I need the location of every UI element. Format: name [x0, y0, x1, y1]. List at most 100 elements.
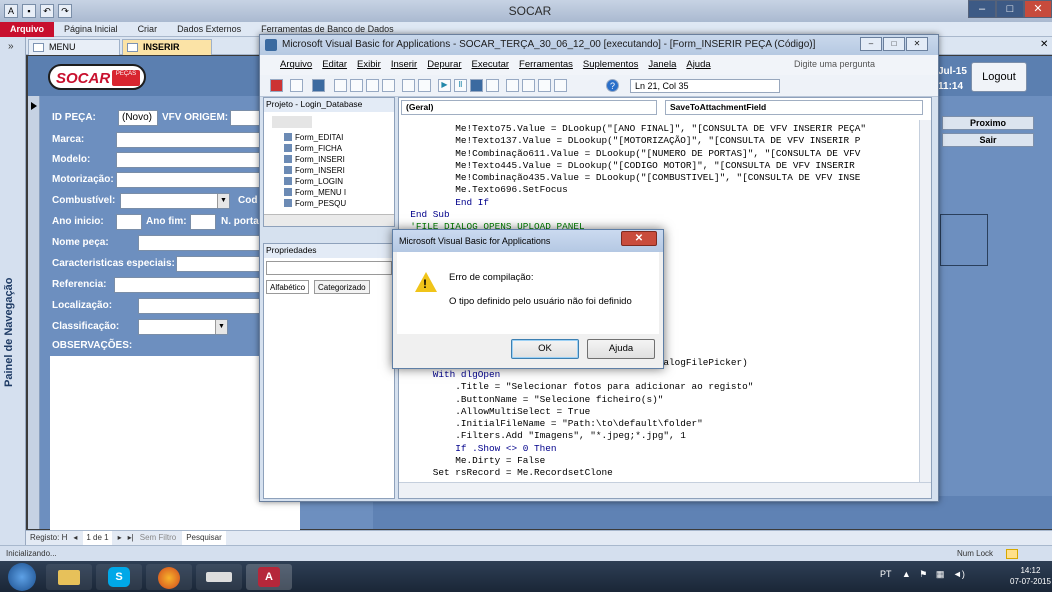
- project-item[interactable]: Form_INSERI: [284, 165, 345, 176]
- code-line[interactable]: Me.Dirty = False: [399, 455, 919, 467]
- sair-button[interactable]: Sair: [942, 133, 1034, 147]
- menu-executar[interactable]: Executar: [472, 55, 510, 75]
- menu-exibir[interactable]: Exibir: [357, 55, 381, 75]
- language-indicator[interactable]: PT: [880, 569, 891, 579]
- save-icon[interactable]: [312, 79, 325, 92]
- code-line[interactable]: Me.Texto696.SetFocus: [399, 184, 919, 196]
- flag-icon[interactable]: ⚑: [919, 569, 927, 579]
- save-icon[interactable]: ▪: [22, 4, 36, 18]
- minimize-button[interactable]: –: [968, 0, 996, 18]
- paste-icon[interactable]: [366, 79, 379, 92]
- doc-tab-menu-principal[interactable]: MENU PRINCIPAL: [28, 39, 120, 67]
- code-line[interactable]: With dlgOpen: [399, 369, 919, 381]
- close-doc-icon[interactable]: ✕: [1040, 39, 1048, 50]
- code-line[interactable]: Me!Texto75.Value = DLookup("[ANO FINAL]"…: [399, 123, 919, 135]
- menu-editar[interactable]: Editar: [322, 55, 347, 75]
- logout-button[interactable]: Logout: [971, 62, 1027, 92]
- menu-ferramentas[interactable]: Ferramentas: [519, 55, 573, 75]
- project-item[interactable]: Form_INSERI: [284, 154, 345, 165]
- code-line[interactable]: Me!Combinação435.Value = DLookup("[COMBU…: [399, 172, 919, 184]
- code-line[interactable]: Set rsRecord = Me.RecordsetClone: [399, 467, 919, 479]
- undo-icon[interactable]: ↶: [40, 4, 54, 18]
- break-icon[interactable]: Ⅱ: [454, 79, 467, 92]
- run-icon[interactable]: ▶: [438, 79, 451, 92]
- next-record-icon[interactable]: ▸: [118, 531, 122, 545]
- undo-icon[interactable]: [402, 79, 415, 92]
- proximo-button[interactable]: Proximo: [942, 116, 1034, 130]
- code-line[interactable]: End If: [399, 197, 919, 209]
- menu-inserir[interactable]: Inserir: [391, 55, 417, 75]
- id-peca-field[interactable]: (Novo): [118, 110, 158, 126]
- project-item[interactable]: Form_PESQU: [284, 198, 346, 209]
- code-line[interactable]: .Title = "Selecionar fotos para adiciona…: [399, 381, 919, 393]
- find-icon[interactable]: [382, 79, 395, 92]
- referencia-field[interactable]: [114, 277, 260, 293]
- filter-status[interactable]: Sem Filtro: [140, 531, 176, 545]
- menu-suplementos[interactable]: Suplementos: [583, 55, 638, 75]
- code-line[interactable]: If .Show <> 0 Then: [399, 443, 919, 455]
- tab-alfabetico[interactable]: Alfabético: [266, 280, 310, 294]
- menu-ajuda[interactable]: Ajuda: [686, 55, 710, 75]
- menu-depurar[interactable]: Depurar: [427, 55, 461, 75]
- caracteristicas-field[interactable]: [176, 256, 260, 272]
- design-mode-icon[interactable]: [486, 79, 499, 92]
- vba-close-button[interactable]: ✕: [906, 37, 928, 51]
- code-line[interactable]: Me!Texto137.Value = DLookup("[MOTORIZAÇÃ…: [399, 135, 919, 147]
- menu-arquivo[interactable]: Arquivo: [280, 55, 312, 75]
- vba-minimize-button[interactable]: –: [860, 37, 882, 51]
- navigation-pane[interactable]: » Painel de Navegação: [0, 37, 26, 545]
- help-button[interactable]: Ajuda: [587, 339, 655, 359]
- dropdown-arrow-icon[interactable]: ▼: [215, 320, 227, 334]
- vfv-origem-field[interactable]: [230, 110, 260, 126]
- tab-criar[interactable]: Criar: [128, 22, 168, 37]
- access-app-icon[interactable]: A: [4, 4, 18, 18]
- marca-field[interactable]: [116, 132, 260, 148]
- code-line[interactable]: .Filters.Add "Imagens", "*.jpeg;*.jpg", …: [399, 430, 919, 442]
- insert-module-icon[interactable]: [290, 79, 303, 92]
- project-item[interactable]: Form_FICHA: [284, 143, 342, 154]
- ok-button[interactable]: OK: [511, 339, 579, 359]
- tab-dados-externos[interactable]: Dados Externos: [167, 22, 251, 37]
- redo-icon[interactable]: [418, 79, 431, 92]
- ask-question-box[interactable]: Digite uma pergunta: [794, 59, 875, 69]
- search-box[interactable]: Pesquisar: [182, 531, 226, 545]
- record-selector[interactable]: [28, 96, 40, 529]
- project-explorer-icon[interactable]: [506, 79, 519, 92]
- code-hscrollbar[interactable]: [399, 482, 931, 498]
- code-line[interactable]: .AllowMultiSelect = True: [399, 406, 919, 418]
- vba-maximize-button[interactable]: □: [883, 37, 905, 51]
- code-line[interactable]: Me!Texto445.Value = DLookup("[CODIGO MOT…: [399, 160, 919, 172]
- modelo-field[interactable]: [116, 152, 260, 168]
- network-icon[interactable]: ▦: [936, 569, 945, 579]
- object-selector[interactable]: [266, 261, 392, 275]
- start-button-icon[interactable]: [8, 563, 36, 591]
- last-record-icon[interactable]: ▸|: [128, 531, 134, 545]
- reset-icon[interactable]: [470, 79, 483, 92]
- code-line[interactable]: End Sub: [399, 209, 919, 221]
- toolbox-icon[interactable]: [554, 79, 567, 92]
- properties-icon[interactable]: [522, 79, 535, 92]
- nome-peca-field[interactable]: [138, 235, 260, 251]
- tab-categorizado[interactable]: Categorizado: [314, 280, 370, 294]
- combustivel-combo[interactable]: ▼: [120, 193, 230, 209]
- tab-pagina-inicial[interactable]: Página Inicial: [54, 22, 128, 37]
- firefox-taskbar-icon[interactable]: [146, 564, 192, 590]
- project-item[interactable]: Form_LOGIN: [284, 176, 343, 187]
- code-line[interactable]: Me!Combinação611.Value = DLookup("[NUMER…: [399, 148, 919, 160]
- classificacao-combo[interactable]: ▼: [138, 319, 228, 335]
- close-button[interactable]: ✕: [1024, 0, 1052, 18]
- record-position[interactable]: 1 de 1: [83, 531, 112, 545]
- taskbar-clock[interactable]: 14:12 07-07-2015: [1010, 565, 1051, 587]
- access-taskbar-icon[interactable]: A: [246, 564, 292, 590]
- cut-icon[interactable]: [334, 79, 347, 92]
- explorer-taskbar-icon[interactable]: [46, 564, 92, 590]
- form-view-icon[interactable]: [1006, 549, 1018, 559]
- object-browser-icon[interactable]: [538, 79, 551, 92]
- project-item[interactable]: Form_EDITAI: [284, 132, 343, 143]
- localizacao-field[interactable]: [138, 298, 260, 314]
- maximize-button[interactable]: □: [996, 0, 1024, 18]
- skype-taskbar-icon[interactable]: S: [96, 564, 142, 590]
- code-vscrollbar[interactable]: [919, 120, 931, 482]
- prev-record-icon[interactable]: ◂: [73, 531, 77, 545]
- expand-chevron-icon[interactable]: »: [8, 41, 14, 52]
